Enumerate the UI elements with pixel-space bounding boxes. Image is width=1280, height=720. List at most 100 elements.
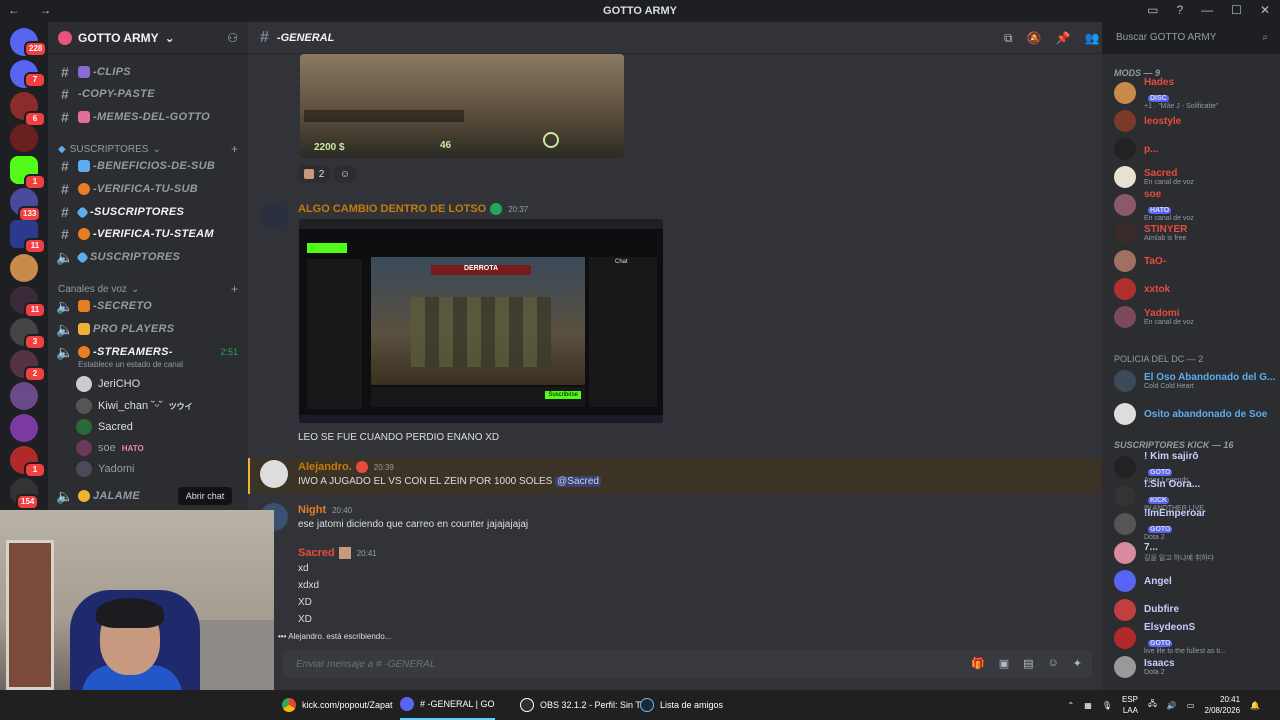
member-row[interactable]: STINYER Aimlab is free — [1114, 220, 1276, 246]
avatar[interactable] — [260, 202, 288, 230]
member-row[interactable]: Osito abandonado de Soe — [1114, 401, 1276, 427]
member-row[interactable]: ElsydeonS GOTO live life to the fullest as… — [1114, 622, 1276, 655]
taskbar-chrome[interactable]: kick.com/popout/Zapat — [282, 690, 393, 720]
voice-status-placeholder[interactable]: Establece un estado de canal — [78, 360, 183, 369]
screenshot-image[interactable]: DERROTA Suscribirse Chat — [298, 218, 664, 424]
server-icon[interactable] — [10, 382, 38, 410]
search-input[interactable]: Buscar GOTTO ARMY ⌕ — [1110, 28, 1274, 48]
minimize-icon[interactable]: — — [1201, 3, 1213, 17]
voice-channel-secreto[interactable]: 🔈 -SECRETO — [56, 296, 242, 316]
member-list: MODS — 9 Hades DISC +1 · "Mãe J - Solifica… — [1102, 54, 1280, 690]
bomb-icon — [543, 132, 559, 148]
voice-channel-suscriptores[interactable]: 🔈 SUSCRIPTORES — [56, 247, 242, 267]
taskbar-steam[interactable]: Lista de amigos — [640, 690, 723, 720]
server-header[interactable]: GOTTO ARMY ⌄ ⚇ — [48, 22, 248, 54]
apps-icon[interactable]: ✦ — [1073, 657, 1082, 670]
smile-icon: ☺ — [339, 168, 351, 180]
maximize-icon[interactable]: ☐ — [1231, 3, 1242, 17]
diamond-icon — [76, 205, 89, 219]
clock[interactable]: 20:41 2/08/2026 — [1204, 694, 1240, 716]
add-reaction-button[interactable]: ☺ — [334, 165, 356, 183]
channel-clips[interactable]: # -CLIPS — [56, 62, 242, 82]
member-row[interactable]: Yadomi En canal de voz — [1114, 304, 1276, 330]
member-name: TaO- — [1144, 255, 1167, 267]
reaction-pill[interactable]: 2 — [298, 165, 330, 183]
member-row[interactable]: Isaacs Dota 2 — [1114, 654, 1276, 680]
author-name[interactable]: Alejandro. — [298, 461, 352, 473]
member-list-icon[interactable]: 👥 — [1084, 31, 1099, 46]
badge: 11 — [24, 302, 46, 318]
taskbar-discord[interactable]: # -GENERAL | GO — [400, 690, 495, 720]
member-row[interactable]: !.Sin Oora... KICK IN ANOTHER LIVE — [1114, 479, 1276, 512]
add-channel-icon[interactable]: + — [231, 142, 238, 156]
channel-verifica-steam[interactable]: # -VERIFICA-TU-STEAM — [56, 224, 242, 244]
emoji-icon[interactable]: ☺ — [1048, 657, 1059, 670]
message-input[interactable]: Enviar mensaje a # -GENERAL 🎁 ▣ ▤ ☺ ✦ — [282, 650, 1092, 678]
member-row[interactable]: Angel — [1114, 568, 1276, 594]
clip-image[interactable]: 2200 $ 46 — [300, 54, 624, 158]
author-name[interactable]: Night — [298, 504, 326, 516]
server-icon[interactable] — [10, 254, 38, 282]
member-row[interactable]: ! Kim sajirō GOTO Apex Legends — [1114, 450, 1276, 484]
member-row[interactable]: TaO- — [1114, 248, 1276, 274]
member-row[interactable]: Hades DISC +1 · "Mãe J - Solificatie" — [1114, 77, 1276, 110]
voice-user[interactable]: Sacred — [76, 417, 242, 437]
channel-suscriptores[interactable]: # -SUSCRIPTORES — [56, 202, 242, 222]
member-row[interactable]: !ImEmperoar GOTO Dota 2 — [1114, 508, 1276, 541]
member-row[interactable]: leostyle — [1114, 108, 1276, 134]
member-row[interactable]: p... — [1114, 136, 1276, 162]
user-mention[interactable]: @Sacred — [555, 476, 601, 487]
pin-icon[interactable]: 📌 — [1056, 31, 1071, 46]
category-voice[interactable]: Canales de voz ⌄ + — [58, 282, 238, 296]
notification-icon[interactable]: 🔔 — [1250, 701, 1260, 710]
close-icon[interactable]: ✕ — [1260, 3, 1270, 17]
app-tray-icon[interactable]: ▦ — [1084, 701, 1092, 710]
member-status: En canal de voz — [1144, 179, 1194, 186]
avatar — [1114, 194, 1136, 216]
voice-channel-streamers[interactable]: 🔈 -STREAMERS- — [56, 342, 242, 362]
gift-icon[interactable]: 🎁 — [971, 657, 985, 670]
member-row[interactable]: 7... 길을 잃고 하냐예 취하다 — [1114, 540, 1276, 566]
member-name: ! Kim sajirō — [1144, 450, 1199, 462]
author-name[interactable]: ALGO CAMBIO DENTRO DE LOTSO — [298, 203, 486, 215]
nav-arrows[interactable]: ← → — [8, 3, 59, 17]
member-status: Cold Cold Heart — [1144, 383, 1194, 390]
help-icon[interactable]: ? — [1176, 3, 1183, 17]
avatar — [1114, 250, 1136, 272]
battery-icon[interactable]: ▭ — [1187, 701, 1195, 710]
sticker-icon[interactable]: ▤ — [1023, 657, 1033, 670]
channel-memes[interactable]: # -MEMES-DEL-GOTTO — [56, 107, 242, 127]
language-indicator[interactable]: ESP LAA — [1122, 694, 1138, 716]
channel-copy-paste[interactable]: # -COPY-PASTE — [56, 84, 242, 104]
add-channel-icon[interactable]: + — [231, 282, 238, 296]
member-row[interactable]: Dubfire — [1114, 597, 1276, 623]
server-icon[interactable] — [10, 414, 38, 442]
voice-user[interactable]: JeriCHO — [76, 374, 242, 394]
member-row[interactable]: soe HATO En canal de voz — [1114, 189, 1276, 222]
server-icon[interactable] — [10, 124, 38, 152]
gif-icon[interactable]: ▣ — [999, 657, 1009, 670]
member-row[interactable]: Sacred En canal de voz — [1114, 164, 1276, 190]
voice-user[interactable]: Kiwi_chan ˘ᵕ˘ ツウイ — [76, 396, 242, 416]
voice-channel-pro-players[interactable]: 🔈 PRO PLAYERS — [56, 319, 242, 339]
author-name[interactable]: Sacred — [298, 547, 335, 559]
channel-beneficios[interactable]: # -BENEFICIOS-DE-SUB — [56, 156, 242, 176]
voice-user[interactable]: soe HATO — [76, 438, 242, 458]
avatar[interactable] — [260, 460, 288, 488]
category-subs[interactable]: ◆ SUSCRIPTORES ⌄ + — [58, 142, 238, 156]
chevron-up-icon[interactable]: ⌃ — [1068, 701, 1075, 710]
money-counter: 2200 $ — [314, 142, 345, 153]
threads-icon[interactable]: ⧉ — [1004, 31, 1013, 46]
mic-icon[interactable]: 🎙 — [1102, 701, 1112, 710]
voice-user[interactable]: Yadomi — [76, 459, 242, 479]
add-member-icon[interactable]: ⚇ — [227, 31, 238, 45]
channel-verifica-sub[interactable]: # -VERIFICA-TU-SUB — [56, 179, 242, 199]
member-row[interactable]: xxtok — [1114, 276, 1276, 302]
window-title: GOTTO ARMY — [603, 5, 677, 17]
inbox-icon[interactable]: ▭ — [1147, 3, 1158, 17]
network-icon[interactable]: 🖧 — [1148, 698, 1157, 712]
mute-icon[interactable]: 🔕 — [1027, 31, 1042, 46]
taskbar-obs[interactable]: OBS 32.1.2 - Perfil: Sin Tí — [520, 690, 643, 720]
volume-icon[interactable]: 🔊 — [1167, 701, 1177, 710]
member-row[interactable]: El Oso Abandonado del G... Cold Cold Hear… — [1114, 368, 1276, 394]
